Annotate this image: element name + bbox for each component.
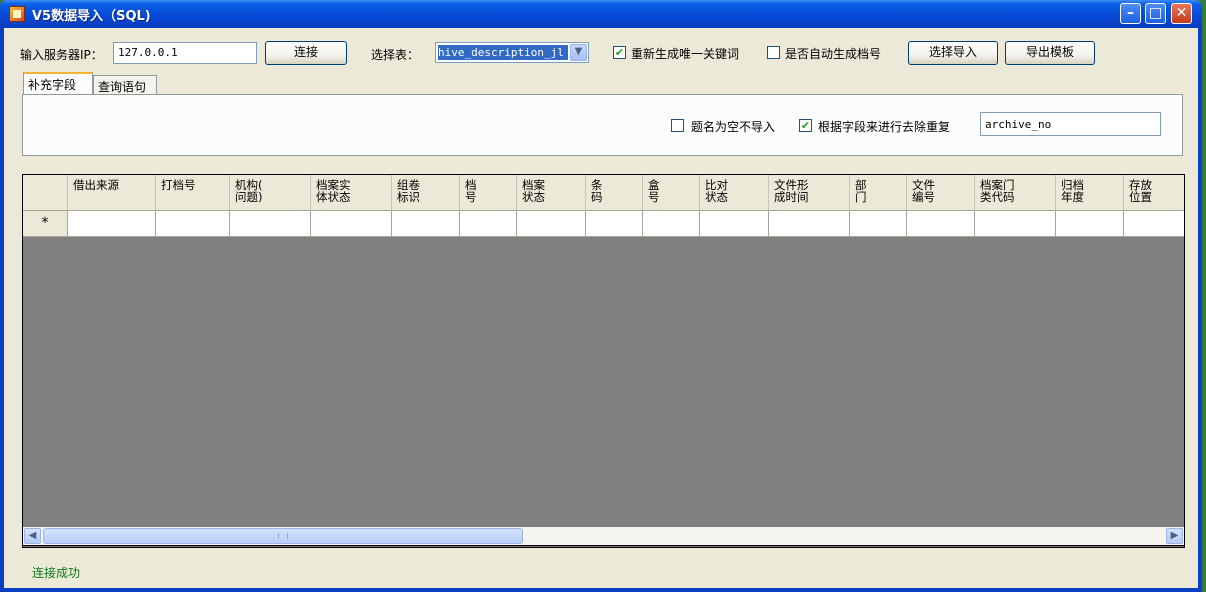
tab-supplement-fields[interactable]: 补充字段 xyxy=(23,72,93,94)
select-import-button[interactable]: 选择导入 xyxy=(908,41,998,65)
data-grid[interactable]: 借出来源 打档号 机构( 问题) 档案实 体状态 组卷 标识档 号档案 状态条 码盒 号… xyxy=(22,174,1185,548)
grid-column-header[interactable]: 文件形 成时间 xyxy=(769,175,850,211)
server-ip-label: 输入服务器IP： xyxy=(20,48,103,62)
maximize-button[interactable]: □ xyxy=(1145,3,1166,24)
grid-column-header[interactable]: 存放 位置 xyxy=(1124,175,1184,211)
grid-column-header[interactable]: 部 门 xyxy=(850,175,907,211)
tab-panel: 题名为空不导入 ✔ 根据字段来进行去除重复 archive_no xyxy=(22,94,1183,156)
scroll-left-icon[interactable]: ◀ xyxy=(24,528,41,544)
server-ip-input[interactable]: 127.0.0.1 xyxy=(113,42,257,64)
grid-cell[interactable] xyxy=(68,211,156,237)
close-icon: ✕ xyxy=(1175,5,1188,21)
tab-query-statement[interactable]: 查询语句 xyxy=(93,75,157,95)
table-select-value: hive_description_jl xyxy=(438,45,568,60)
auto-archive-no-checkbox[interactable] xyxy=(767,46,780,59)
grid-column-header[interactable]: 打档号 xyxy=(156,175,230,211)
minimize-icon: – xyxy=(1127,5,1134,21)
grid-cell[interactable] xyxy=(769,211,850,237)
connect-button[interactable]: 连接 xyxy=(265,41,347,65)
skip-empty-title-checkbox[interactable] xyxy=(671,119,684,132)
app-window: V5数据导入（SQL) – □ ✕ 输入服务器IP： 127.0.0.1 连接 … xyxy=(0,0,1202,592)
grid-column-header[interactable]: 比对 状态 xyxy=(700,175,769,211)
regen-unique-key-label: 重新生成唯一关键词 xyxy=(631,47,740,61)
dedupe-by-field-label: 根据字段来进行去除重复 xyxy=(818,120,951,134)
grid-cell[interactable] xyxy=(311,211,392,237)
grid-cell[interactable] xyxy=(1124,211,1184,237)
select-table-label: 选择表： xyxy=(371,48,420,62)
grid-cell[interactable] xyxy=(850,211,907,237)
grid-cell[interactable] xyxy=(230,211,311,237)
window-title: V5数据导入（SQL) xyxy=(32,9,151,24)
grid-column-header[interactable]: 档案实 体状态 xyxy=(311,175,392,211)
scroll-thumb[interactable] xyxy=(43,528,523,544)
dedupe-field-input[interactable]: archive_no xyxy=(980,112,1161,136)
grid-cell[interactable] xyxy=(643,211,700,237)
app-icon xyxy=(9,6,25,22)
grid-cell[interactable] xyxy=(1056,211,1124,237)
title-bar[interactable]: V5数据导入（SQL) – □ ✕ xyxy=(0,0,1202,28)
grid-column-header[interactable]: 档 号 xyxy=(460,175,517,211)
horizontal-scrollbar[interactable]: ◀ ▶ xyxy=(22,527,1185,546)
scroll-right-icon[interactable]: ▶ xyxy=(1166,528,1183,544)
grid-column-header[interactable]: 档案 状态 xyxy=(517,175,586,211)
grid-cell[interactable] xyxy=(586,211,643,237)
grid-column-header[interactable]: 档案门 类代码 xyxy=(975,175,1056,211)
grid-column-header[interactable]: 组卷 标识 xyxy=(392,175,460,211)
client-area: 输入服务器IP： 127.0.0.1 连接 选择表： hive_descript… xyxy=(4,28,1198,588)
grid-cell[interactable] xyxy=(156,211,230,237)
skip-empty-title-label: 题名为空不导入 xyxy=(691,120,776,134)
grid-column-header[interactable]: 盒 号 xyxy=(643,175,700,211)
grid-cell[interactable] xyxy=(460,211,517,237)
table-select[interactable]: hive_description_jl ▼ xyxy=(435,42,589,63)
regen-unique-key-checkbox[interactable]: ✔ xyxy=(613,46,626,59)
dedupe-by-field-checkbox[interactable]: ✔ xyxy=(799,119,812,132)
grid-cell[interactable] xyxy=(392,211,460,237)
maximize-icon: □ xyxy=(1148,5,1163,21)
grid-corner-cell[interactable] xyxy=(23,175,68,211)
export-template-button[interactable]: 导出模板 xyxy=(1005,41,1095,65)
chevron-down-icon[interactable]: ▼ xyxy=(570,44,587,61)
close-button[interactable]: ✕ xyxy=(1171,3,1192,24)
new-row-marker[interactable]: * xyxy=(23,211,68,237)
grid-header-row: 借出来源 打档号 机构( 问题) 档案实 体状态 组卷 标识档 号档案 状态条 码盒 号… xyxy=(23,175,1184,211)
grid-column-header[interactable]: 条 码 xyxy=(586,175,643,211)
grid-column-header[interactable]: 归档 年度 xyxy=(1056,175,1124,211)
grid-column-header[interactable]: 借出来源 xyxy=(68,175,156,211)
grid-cell[interactable] xyxy=(975,211,1056,237)
minimize-button[interactable]: – xyxy=(1120,3,1141,24)
grid-cell[interactable] xyxy=(907,211,975,237)
grid-cell[interactable] xyxy=(700,211,769,237)
grid-cell[interactable] xyxy=(517,211,586,237)
status-text: 连接成功 xyxy=(32,566,81,580)
grid-column-header[interactable]: 机构( 问题) xyxy=(230,175,311,211)
grid-column-header[interactable]: 文件 编号 xyxy=(907,175,975,211)
grid-new-row[interactable]: * xyxy=(23,211,1184,237)
auto-archive-no-label: 是否自动生成档号 xyxy=(785,47,882,61)
